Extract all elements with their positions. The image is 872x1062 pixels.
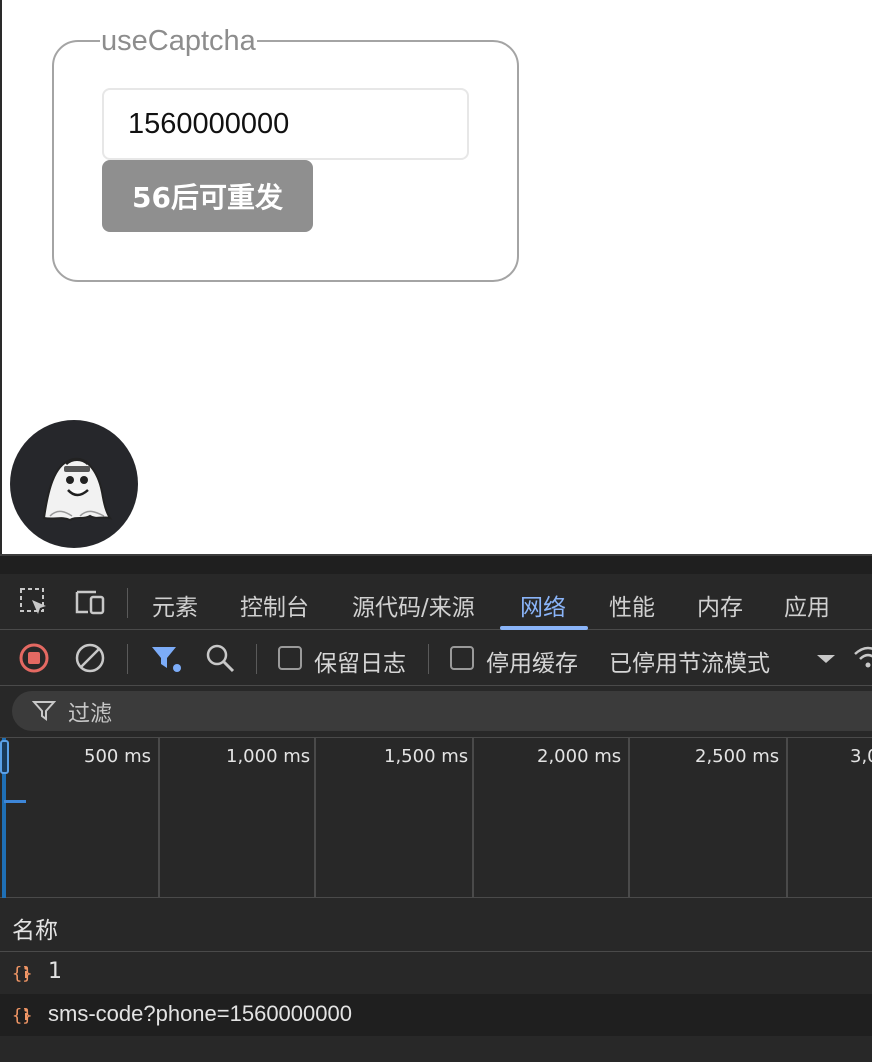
- table-row[interactable]: {} 1: [0, 952, 872, 994]
- tab-memory[interactable]: 内存: [697, 588, 743, 622]
- devtools-panel: 元素 控制台 源代码/来源 网络 性能 内存 应用 保留日志 停用缓存 已停用节…: [0, 554, 872, 1062]
- clear-icon[interactable]: [74, 642, 106, 674]
- throttling-select[interactable]: 已停用节流模式: [609, 644, 770, 678]
- tab-application[interactable]: 应用: [784, 588, 830, 622]
- page-viewport: useCaptcha 56后可重发: [0, 0, 872, 554]
- fetch-xhr-icon: {}: [12, 962, 40, 984]
- tabbar-divider: [127, 588, 128, 618]
- preserve-log-checkbox[interactable]: [278, 646, 302, 670]
- timeline-gridline: [158, 738, 160, 898]
- timeline-gridline: [786, 738, 788, 898]
- table-row[interactable]: {} sms-code?phone=1560000000: [0, 994, 872, 1036]
- filter-input[interactable]: [12, 691, 872, 731]
- toolbar-divider: [428, 644, 429, 674]
- timeline-tick-label: 3,0: [850, 746, 872, 767]
- preserve-log-label[interactable]: 保留日志: [314, 644, 406, 678]
- devtools-tabbar: 元素 控制台 源代码/来源 网络 性能 内存 应用: [0, 574, 872, 630]
- timeline-tick-label: 500 ms: [84, 746, 151, 767]
- filter-icon: [31, 699, 57, 723]
- tab-network[interactable]: 网络: [520, 588, 566, 622]
- fetch-xhr-icon: {}: [12, 1004, 40, 1026]
- record-stop-icon[interactable]: [18, 642, 50, 674]
- timeline-tick-label: 2,500 ms: [695, 746, 780, 767]
- disable-cache-label[interactable]: 停用缓存: [486, 644, 578, 678]
- svg-text:{}: {}: [12, 1006, 32, 1026]
- name-column-label: 名称: [12, 918, 58, 944]
- search-icon[interactable]: [204, 642, 236, 674]
- tab-console[interactable]: 控制台: [240, 588, 309, 622]
- toolbar-divider: [256, 644, 257, 674]
- send-code-button[interactable]: 56后可重发: [102, 160, 313, 232]
- toolbar-divider: [127, 644, 128, 674]
- disable-cache-checkbox[interactable]: [450, 646, 474, 670]
- timeline-gridline: [314, 738, 316, 898]
- timeline-range-handle[interactable]: [0, 740, 9, 774]
- filter-funnel-icon[interactable]: [150, 642, 182, 674]
- tab-performance[interactable]: 性能: [609, 588, 655, 622]
- inspect-element-icon[interactable]: [18, 586, 50, 618]
- timeline-tick-label: 2,000 ms: [537, 746, 622, 767]
- chevron-down-icon[interactable]: [810, 642, 842, 674]
- filter-placeholder: 过滤: [68, 702, 113, 727]
- phone-input[interactable]: [102, 88, 469, 160]
- name-column-header[interactable]: 名称: [0, 898, 872, 952]
- devtools-resize-bar[interactable]: [0, 556, 872, 574]
- fieldset-legend: useCaptcha: [101, 25, 256, 57]
- timeline-tick-label: 1,000 ms: [226, 746, 311, 767]
- tab-sources[interactable]: 源代码/来源: [352, 588, 475, 622]
- tab-elements[interactable]: 元素: [152, 588, 198, 622]
- timeline-gridline: [628, 738, 630, 898]
- network-conditions-icon[interactable]: [852, 642, 872, 674]
- device-toolbar-icon[interactable]: [74, 586, 106, 618]
- timeline-request-bar: [4, 800, 26, 803]
- network-overview-timeline[interactable]: 500 ms 1,000 ms 1,500 ms 2,000 ms 2,500 …: [0, 738, 872, 898]
- network-toolbar: 保留日志 停用缓存 已停用节流模式: [0, 630, 872, 686]
- timeline-tick-label: 1,500 ms: [384, 746, 469, 767]
- filter-bar: 过滤: [0, 686, 872, 738]
- request-name: 1: [48, 959, 62, 984]
- timeline-gridline: [472, 738, 474, 898]
- request-name: sms-code?phone=1560000000: [48, 1001, 352, 1026]
- ghost-avatar-icon[interactable]: [10, 420, 138, 548]
- svg-text:{}: {}: [12, 964, 32, 984]
